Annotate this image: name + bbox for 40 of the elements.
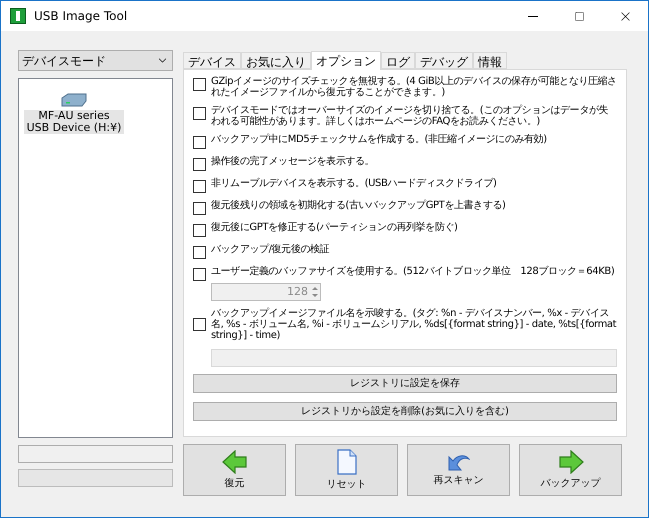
- option-label: バックアップ中にMD5チェックサムを作成する。(非圧縮イメージにのみ有効): [211, 134, 547, 145]
- option-label: デバイスモードではオーバーサイズのイメージを切り捨てる。(このオプションはデータが失われる可能性があります。詳しくはホームページのFAQをお読みください。): [211, 105, 610, 127]
- curved-arrow-icon: [448, 452, 470, 470]
- option-label: 操作後の完了メッセージを表示する。: [211, 156, 374, 167]
- settings-button[interactable]: レジストリから設定を削除(お気に入りを含む): [193, 402, 617, 421]
- option-label: 非リムーブルデバイスを表示する。(USBハードディスクドライブ): [211, 178, 497, 189]
- checkbox[interactable]: [193, 136, 206, 149]
- checkbox[interactable]: [193, 158, 206, 171]
- tab[interactable]: ログ: [381, 52, 415, 69]
- maximize-icon: [574, 10, 584, 22]
- app-icon: [10, 8, 26, 24]
- window-title: USB Image Tool: [34, 8, 128, 25]
- option-label: 復元後残りの領域を初期化する(古いバックアップGPTを上書きする): [211, 200, 506, 211]
- checkbox[interactable]: [193, 107, 206, 120]
- checkbox[interactable]: [193, 246, 206, 259]
- tab[interactable]: お気に入り: [241, 52, 311, 69]
- tab[interactable]: デバッグ: [415, 52, 473, 69]
- action-button[interactable]: 再スキャン: [407, 444, 510, 496]
- checkbox[interactable]: [193, 224, 206, 237]
- action-button[interactable]: バックアップ: [519, 444, 622, 496]
- document-icon: [336, 448, 356, 474]
- right-arrow-icon: [558, 450, 584, 474]
- settings-button[interactable]: レジストリに設定を保存: [193, 374, 617, 393]
- tab[interactable]: 情報: [473, 52, 507, 69]
- option-label: バックアップ/復元後の検証: [211, 244, 330, 255]
- tab[interactable]: オプション: [311, 51, 381, 70]
- spin-arrows-icon: [310, 284, 320, 300]
- option-label: GZipイメージのサイズチェックを無視する。(4 GiB以上のデバイスの保存が可能となり圧縮されたイメージファイルから復元することができます。): [211, 76, 617, 98]
- drive-icon: [60, 93, 88, 107]
- checkbox[interactable]: [193, 180, 206, 193]
- tab[interactable]: デバイス: [183, 52, 241, 69]
- action-button[interactable]: リセット: [295, 444, 398, 496]
- checkbox[interactable]: [193, 202, 206, 215]
- option-label: バックアップイメージファイル名を示唆する。(タグ: %n - デバイスナンバー, %x - デバイス名, %s - ボリューム名, %i - ボリュームシリアル, %ds[{format string}] - date, %ts[{format string}] - time): [211, 308, 617, 341]
- option-label: 復元後にGPTを修正する(パーティションの再列挙を防ぐ): [211, 222, 458, 233]
- action-button[interactable]: 復元: [183, 444, 286, 496]
- checkbox[interactable]: [193, 78, 206, 91]
- option-label: ユーザー定義のバッファサイズを使用する。(512バイトブロック単位 128ブロック＝64KB): [211, 266, 614, 277]
- mode-dropdown[interactable]: デバイスモード: [18, 50, 173, 71]
- left-arrow-icon: [222, 450, 248, 474]
